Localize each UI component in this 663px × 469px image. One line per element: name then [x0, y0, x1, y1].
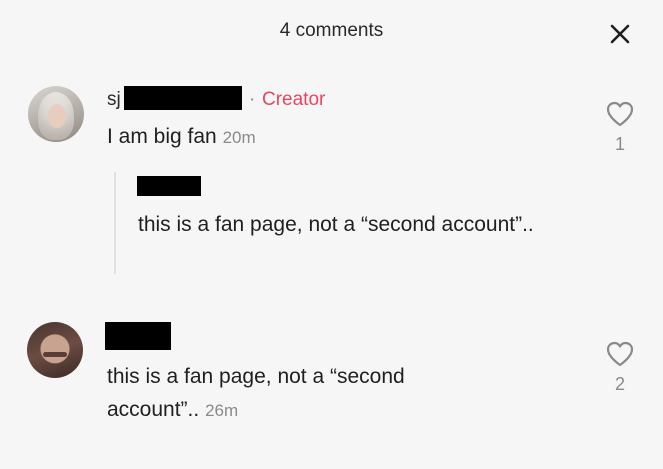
avatar[interactable]: [27, 322, 83, 378]
comment-time: 20m: [222, 128, 256, 147]
comment-text-row: I am big fan 20m: [107, 120, 256, 154]
redacted-username: [105, 322, 171, 350]
like-button[interactable]: 2: [600, 340, 640, 395]
comment-time: 26m: [205, 401, 239, 420]
reply-thread-line: [114, 172, 116, 274]
heart-icon: [606, 101, 634, 127]
comment-text: this is a fan page, not a “second: [107, 365, 405, 388]
like-count: 2: [614, 374, 625, 394]
comment-username[interactable]: sj: [107, 89, 121, 111]
redacted-reply-username: [137, 176, 201, 196]
comments-header: 4 comments: [0, 0, 663, 64]
comment-text-row: account”.. 26m: [107, 393, 238, 427]
like-button[interactable]: 1: [600, 100, 640, 155]
comments-count-title: 4 comments: [279, 20, 384, 41]
close-icon: [610, 24, 630, 44]
comment-text: I am big fan: [107, 125, 217, 148]
redacted-username: [124, 86, 242, 110]
comment-text-continued: account”..: [107, 398, 200, 421]
avatar[interactable]: [28, 86, 84, 142]
separator-dot: ·: [249, 89, 256, 110]
reply-text: this is a fan page, not a “second accoun…: [138, 213, 534, 236]
creator-badge: Creator: [262, 89, 326, 110]
heart-icon: [606, 341, 634, 367]
close-button[interactable]: [606, 20, 634, 48]
like-count: 1: [614, 134, 625, 154]
